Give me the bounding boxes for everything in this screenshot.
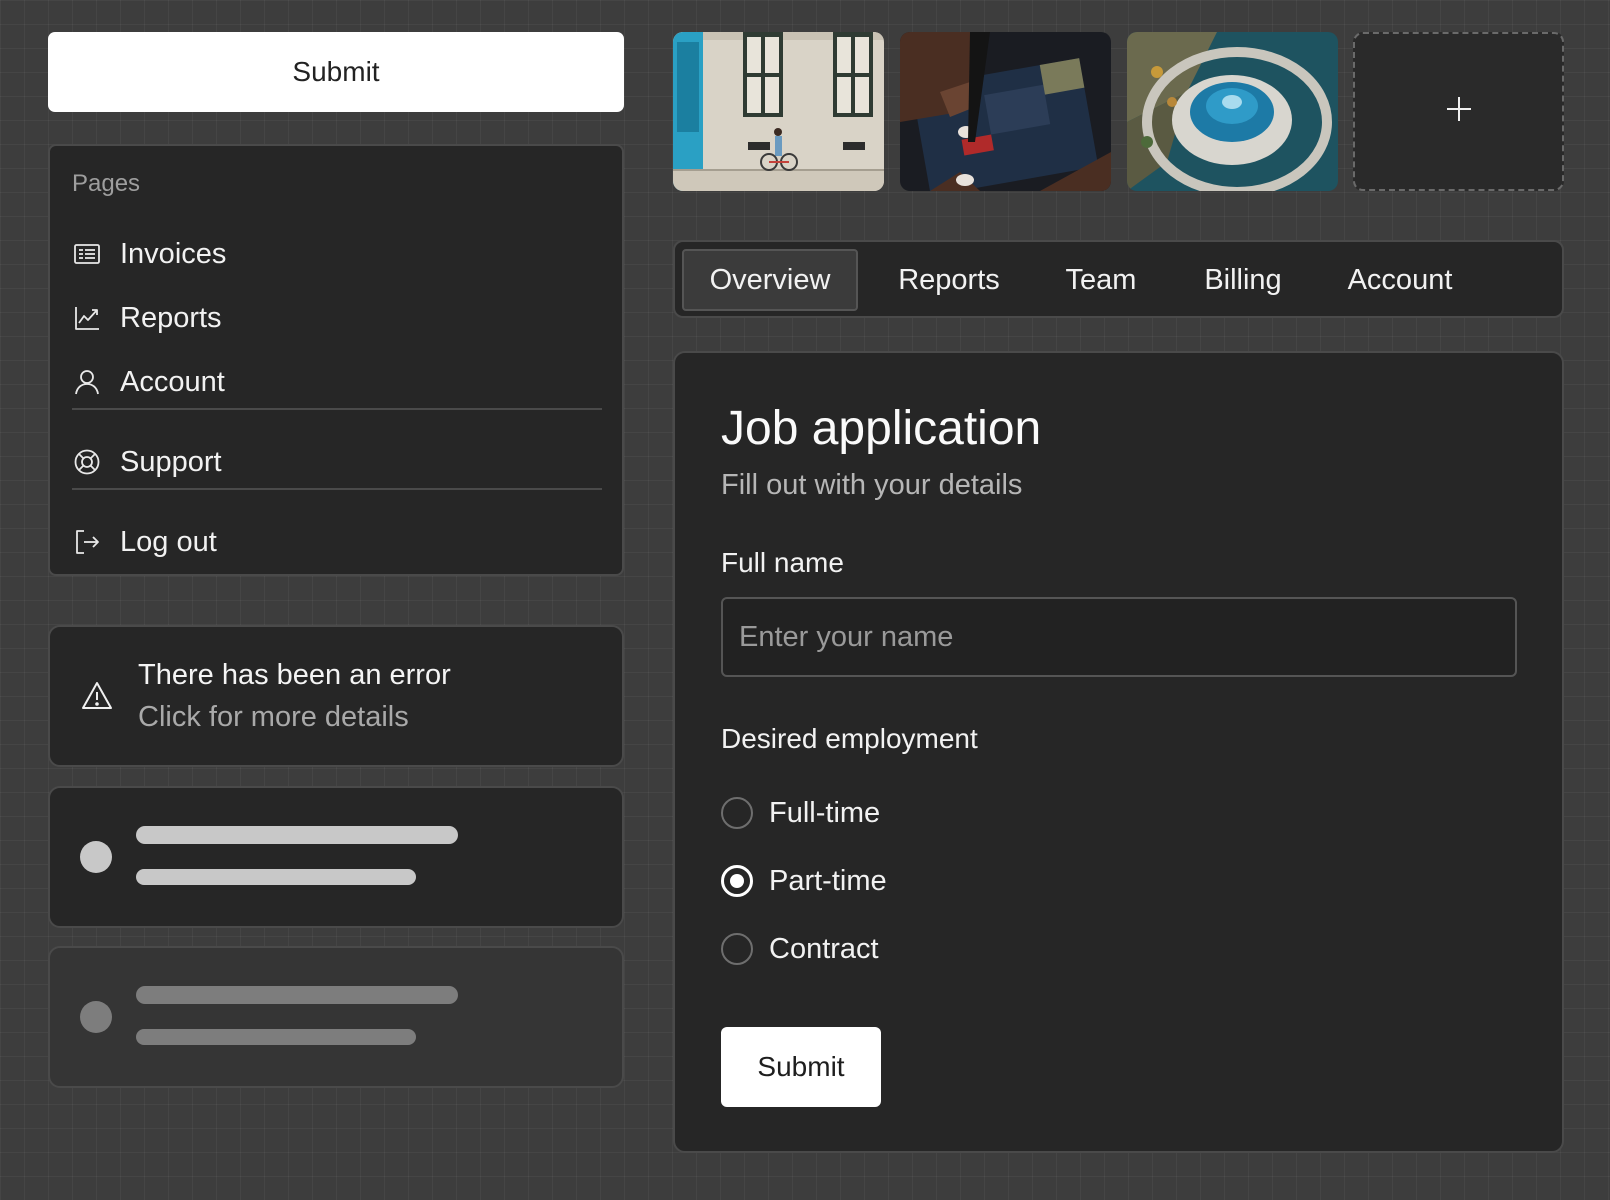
chart-icon	[72, 303, 102, 333]
menu-item-label: Account	[120, 365, 225, 398]
radio-label: Full-time	[769, 796, 881, 829]
radio-button-selected[interactable]	[721, 865, 753, 897]
skeleton-card	[48, 946, 624, 1088]
radio-contract[interactable]: Contract	[721, 929, 879, 969]
error-alert[interactable]: There has been an error Click for more d…	[48, 625, 624, 767]
building-facade-cyclist-image[interactable]	[673, 32, 884, 191]
skeleton-avatar	[80, 1001, 112, 1033]
pages-menu: Pages Invoices Reports Account Support L…	[48, 144, 624, 576]
top-submit-button[interactable]: Submit	[48, 32, 624, 112]
form-title: Job application	[721, 402, 1042, 455]
form-subtitle: Fill out with your details	[721, 469, 1023, 501]
user-icon	[72, 367, 102, 397]
invoice-icon	[72, 239, 102, 269]
form-submit-button[interactable]: Submit	[721, 1027, 881, 1107]
tab-overview[interactable]: Overview	[682, 249, 858, 311]
radio-button[interactable]	[721, 797, 753, 829]
warning-icon	[80, 679, 114, 713]
menu-item-label: Invoices	[120, 237, 227, 270]
tab-reports[interactable]: Reports	[875, 249, 1023, 311]
menu-item-label: Log out	[120, 525, 217, 558]
skeleton-line	[136, 1029, 416, 1045]
skeleton-card	[48, 786, 624, 928]
radio-label: Contract	[769, 932, 879, 965]
menu-section-label: Pages	[72, 170, 141, 197]
menu-item-invoices[interactable]: Invoices	[72, 228, 602, 280]
alert-title: There has been an error	[138, 659, 451, 691]
radio-full-time[interactable]: Full-time	[721, 793, 880, 833]
menu-item-logout[interactable]: Log out	[72, 516, 602, 568]
radio-part-time[interactable]: Part-time	[721, 861, 887, 901]
tab-billing[interactable]: Billing	[1179, 249, 1307, 311]
menu-item-support[interactable]: Support	[72, 436, 602, 488]
job-application-form: Job application Fill out with your detai…	[673, 351, 1564, 1153]
tab-team[interactable]: Team	[1040, 249, 1162, 311]
add-image-button[interactable]	[1353, 32, 1564, 191]
tab-bar: Overview Reports Team Billing Account	[673, 240, 1564, 318]
alert-subtitle: Click for more details	[138, 701, 409, 733]
aerial-planetarium-image[interactable]	[1127, 32, 1338, 191]
menu-item-reports[interactable]: Reports	[72, 292, 602, 344]
skeleton-line	[136, 986, 458, 1004]
skeleton-line	[136, 869, 416, 885]
skeleton-line	[136, 826, 458, 844]
menu-item-label: Support	[120, 445, 222, 478]
logout-icon	[72, 527, 102, 557]
skeleton-avatar	[80, 841, 112, 873]
full-name-input[interactable]	[721, 597, 1517, 677]
menu-divider	[72, 488, 602, 490]
radio-label: Part-time	[769, 864, 887, 897]
employment-label: Desired employment	[721, 723, 978, 754]
full-name-label: Full name	[721, 547, 844, 578]
menu-item-label: Reports	[120, 301, 222, 334]
plus-icon	[1445, 95, 1473, 128]
circuit-board-hands-image[interactable]	[900, 32, 1111, 191]
menu-item-account[interactable]: Account	[72, 356, 602, 408]
menu-divider	[72, 408, 602, 410]
tab-account[interactable]: Account	[1324, 249, 1476, 311]
lifebuoy-icon	[72, 447, 102, 477]
radio-button[interactable]	[721, 933, 753, 965]
